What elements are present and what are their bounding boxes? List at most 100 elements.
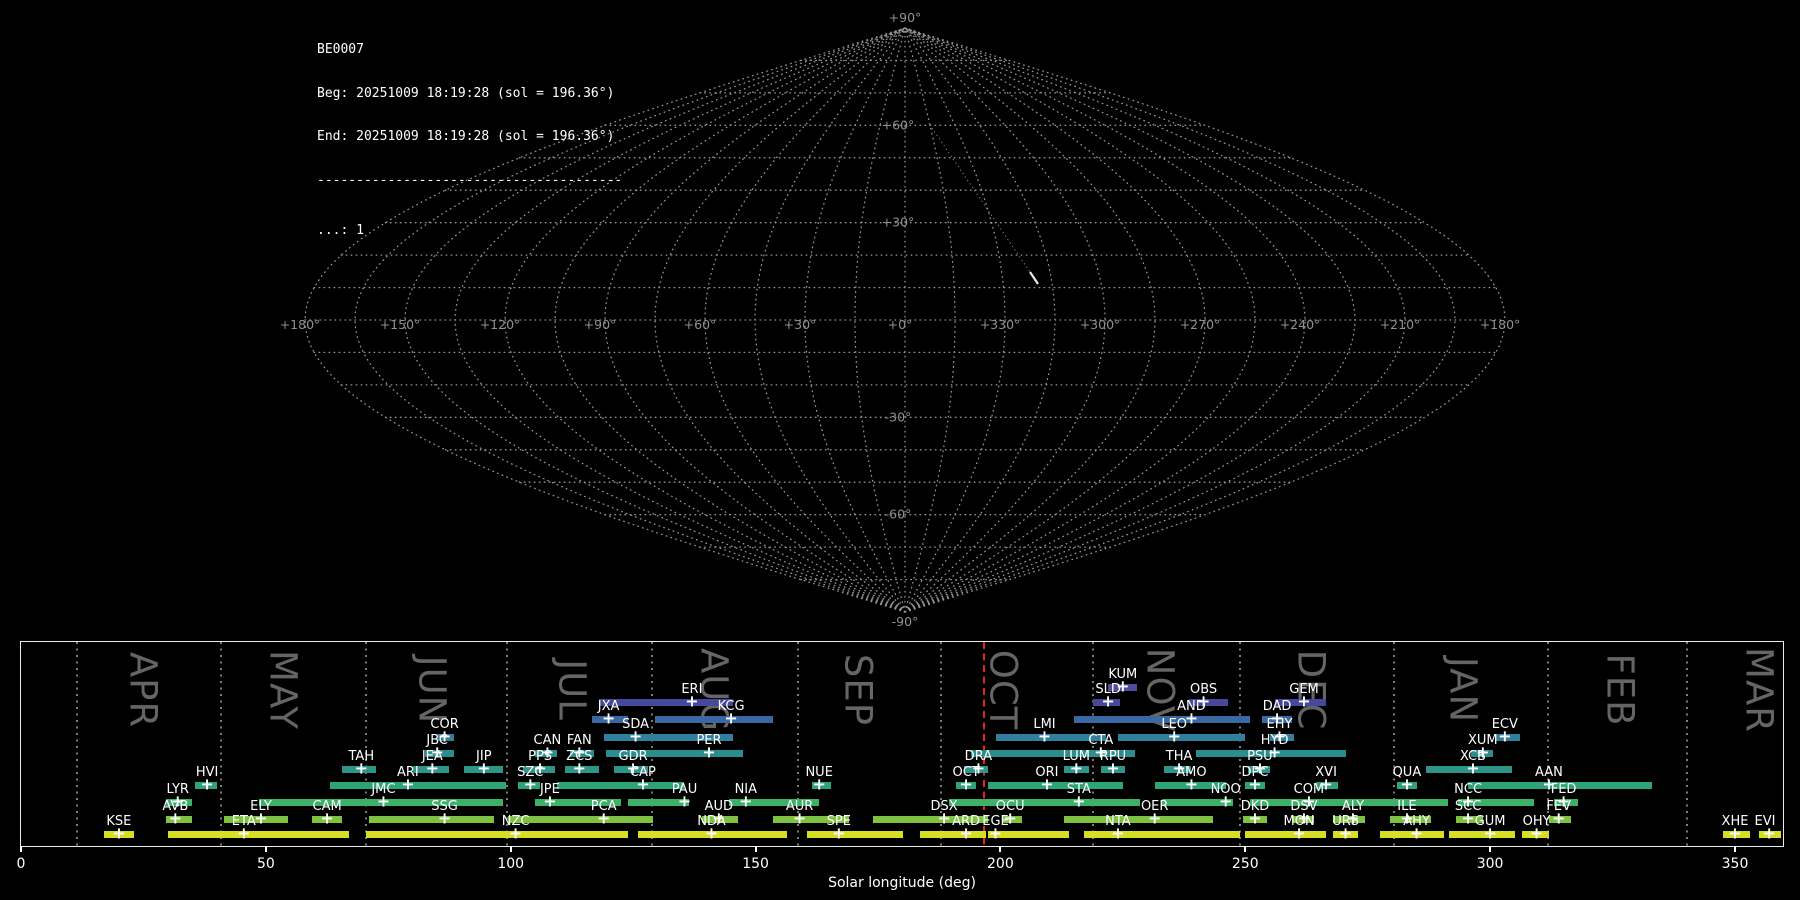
shower-peak-marker-cap: + — [636, 774, 650, 794]
shower-peak-marker-ssg: + — [437, 808, 452, 828]
sky-latitude-label: +60° — [882, 117, 915, 132]
shower-peak-marker-spe: + — [832, 823, 846, 843]
shower-peak-marker-ari: + — [401, 774, 415, 794]
shower-peak-marker-xhe: + — [1728, 823, 1742, 843]
shower-peak-marker-zcs: + — [572, 758, 586, 778]
x-tick-label: 150 — [742, 856, 769, 872]
sky-latitude-label: +90° — [889, 10, 922, 25]
shower-peak-marker-ege: + — [988, 823, 1003, 843]
sky-longitude-label: +0° — [888, 317, 913, 332]
sky-latitude-label: +30° — [882, 215, 915, 230]
month-label-may: MAY — [261, 650, 305, 730]
shower-peak-marker-nta: + — [1111, 823, 1125, 843]
month-label-mar: MAR — [1737, 647, 1781, 733]
shower-peak-marker-ecv: + — [1498, 726, 1512, 746]
x-tick-label: 200 — [987, 856, 1014, 872]
x-tick — [754, 846, 757, 852]
shower-peak-marker-nue: + — [812, 774, 826, 794]
month-label-oct: OCT — [981, 649, 1025, 731]
shower-peak-marker-nia: + — [739, 791, 753, 811]
shower-peak-marker-ori: + — [1040, 774, 1054, 794]
sky-latitude-label: -30° — [885, 409, 912, 424]
sky-longitude-label: +30° — [784, 317, 817, 332]
shower-peak-marker-qua: + — [1400, 774, 1414, 794]
x-tick — [264, 846, 267, 852]
sky-longitude-label: +150° — [380, 317, 421, 332]
shower-peak-marker-xcb: + — [1466, 758, 1480, 778]
shower-peak-marker-mon: + — [1292, 823, 1306, 843]
month-label-apr: APR — [121, 651, 165, 729]
shower-peak-marker-evi: + — [1762, 823, 1776, 843]
shower-peak-marker-dpc: + — [1248, 774, 1262, 794]
meteor-trail-tip — [1029, 271, 1039, 285]
shower-peak-marker-lmi: + — [1037, 726, 1052, 746]
shower-peak-marker-gum: + — [1483, 823, 1497, 843]
month-boundary-line — [365, 642, 368, 846]
sky-longitude-label: +180° — [280, 317, 321, 332]
x-tick-label: 100 — [497, 856, 525, 872]
shower-bar-nta — [1083, 830, 1241, 838]
info-block: BE0007 Beg: 20251009 18:19:28 (sol = 196… — [317, 14, 622, 268]
x-tick-label: 300 — [1476, 856, 1504, 872]
shower-bar-cap — [557, 781, 685, 789]
shower-peak-marker-hvi: + — [200, 774, 214, 794]
sky-map: +180° +150° +120° +90° +60° +30° +0° +330° +300°… — [280, 10, 1521, 629]
shower-peak-marker-leo: + — [1167, 726, 1181, 746]
shower-peak-marker-noo: + — [1218, 791, 1233, 811]
shower-peak-marker-jea: + — [425, 758, 439, 778]
shower-peak-marker-rpu: + — [1106, 758, 1120, 778]
shower-peak-marker-pca: + — [596, 808, 611, 828]
shower-bar-ssg — [368, 815, 494, 823]
meteor-trail — [931, 127, 1031, 273]
shower-peak-marker-fev: + — [1551, 808, 1566, 828]
shower-peak-marker-ahy: + — [1409, 823, 1424, 843]
end-line: End: 20251009 18:19:28 (sol = 196.36°) — [317, 129, 615, 144]
x-tick — [1734, 846, 1736, 852]
shower-bar-leo — [1117, 733, 1246, 741]
shower-peak-marker-ard: + — [959, 823, 973, 843]
shower-peak-marker-tah: + — [354, 758, 368, 778]
month-label-jan: JAN — [1441, 656, 1485, 724]
beg-line: Beg: 20251009 18:19:28 (sol = 196.36°) — [317, 85, 615, 101]
shower-peak-marker-avb: + — [168, 808, 182, 828]
shower-peak-marker-pau: + — [677, 791, 692, 811]
shower-bar-oer — [1064, 815, 1214, 823]
shower-peak-marker-eri: + — [685, 691, 699, 711]
shower-bar-mon — [1245, 830, 1327, 838]
sky-latitude-label: -60° — [885, 507, 912, 522]
shower-peak-marker-urs: + — [1338, 823, 1353, 843]
shower-bar-ard — [919, 830, 986, 838]
shower-peak-marker-nzc: + — [508, 823, 523, 843]
separator-line: --------------------------------------- — [317, 172, 623, 188]
shower-bar-nzc — [366, 830, 629, 838]
month-label-jun: JUN — [410, 655, 454, 725]
shower-peak-marker-jmc: + — [376, 791, 391, 811]
shower-bar-sta — [949, 798, 1140, 806]
shower-peak-marker-jpe: + — [543, 791, 557, 811]
x-tick — [20, 846, 22, 852]
sky-longitude-label: +240° — [1280, 317, 1321, 332]
sky-longitude-label: +210° — [1380, 317, 1421, 332]
shower-peak-marker-ohy: + — [1529, 823, 1544, 843]
month-boundary-line — [219, 642, 222, 846]
sky-longitude-label: +330° — [980, 317, 1021, 332]
month-boundary-line — [75, 642, 78, 846]
x-tick-label: 50 — [256, 856, 275, 872]
x-tick — [1244, 846, 1247, 852]
sky-longitude-label: +90° — [584, 317, 617, 332]
shower-bar-gum — [1448, 830, 1515, 838]
shower-peak-marker-sda: + — [628, 726, 643, 746]
shower-peak-marker-eta: + — [237, 823, 251, 843]
shower-peak-marker-kse: + — [112, 823, 126, 843]
shower-peak-marker-scc: + — [1461, 808, 1475, 828]
shower-peak-marker-oer: + — [1147, 808, 1162, 828]
shower-peak-marker-dkd: + — [1248, 808, 1262, 828]
sky-longitude-label: +270° — [1180, 317, 1221, 332]
shower-bar-pca — [508, 815, 653, 823]
shower-peak-marker-nda: + — [704, 823, 719, 843]
x-tick-label: 250 — [1231, 856, 1259, 872]
month-label-jul: JUL — [550, 659, 594, 721]
shower-peak-marker-aur: + — [792, 808, 807, 828]
shower-peak-marker-ely: + — [254, 808, 268, 828]
month-boundary-line — [1239, 642, 1242, 846]
